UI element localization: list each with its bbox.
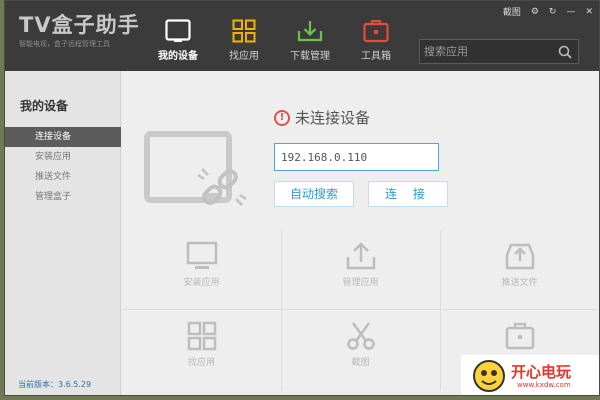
tile-manage-apps[interactable]: 管理应用	[281, 231, 440, 305]
search-box	[419, 39, 579, 64]
inbox-upload-icon	[505, 243, 534, 270]
app-window: TV盒子助手 智能电视，盒子远程管理工具 我的设备 找应用 下载管理 工具箱 搜…	[4, 0, 600, 396]
monitor-icon	[186, 241, 217, 269]
tile-label: 找应用	[187, 358, 215, 368]
scissors-icon	[346, 322, 375, 350]
status-text: 未连接设备	[295, 109, 371, 127]
briefcase-icon	[505, 322, 534, 350]
grid-divider	[122, 309, 599, 310]
tile-label: 管理应用	[342, 278, 379, 288]
tile-label: 推送文件	[501, 278, 538, 288]
search-icon[interactable]	[558, 45, 572, 59]
ip-address-input[interactable]	[274, 143, 439, 171]
nav-toolbox[interactable]: 工具箱	[343, 1, 409, 71]
header-bar: TV盒子助手 智能电视，盒子远程管理工具 我的设备 找应用 下载管理 工具箱 搜…	[5, 1, 599, 71]
gear-icon[interactable]: ⚙	[531, 7, 539, 17]
nav-label: 找应用	[229, 51, 259, 62]
upload-icon	[346, 242, 375, 270]
alert-icon: !	[274, 109, 290, 126]
disconnected-tv-icon	[144, 131, 247, 206]
auto-search-button[interactable]: 自动搜索	[274, 181, 354, 207]
tv-icon	[165, 19, 191, 42]
nav-download-manager[interactable]: 下载管理	[277, 1, 343, 71]
tile-label: 截图	[351, 358, 370, 368]
sidebar-menu: 连接设备 安装应用 推送文件 管理盒子	[5, 127, 121, 207]
minimize-icon[interactable]: —	[566, 7, 575, 17]
watermark: 开心电玩 www.kxdw.com	[461, 355, 599, 395]
nav-label: 工具箱	[361, 51, 391, 62]
search-input[interactable]	[420, 40, 552, 63]
tile-screenshot[interactable]: 截图	[281, 311, 440, 385]
window-controls: 截图 ⚙ ↻ — ✕	[503, 5, 593, 19]
nav-label: 下载管理	[290, 51, 330, 62]
watermark-brand: 开心电玩	[511, 363, 572, 381]
sidebar-item-connect-device[interactable]: 连接设备	[5, 127, 121, 147]
nav-my-devices[interactable]: 我的设备	[145, 1, 211, 71]
tile-label: 安装应用	[183, 278, 220, 288]
app-subtitle: 智能电视，盒子远程管理工具	[19, 40, 110, 48]
sidebar-item-manage-box[interactable]: 管理盒子	[5, 187, 121, 207]
nav-label: 我的设备	[158, 51, 198, 62]
toolbox-icon	[363, 20, 389, 43]
connect-button[interactable]: 连 接	[368, 181, 448, 207]
grid-apps-icon	[187, 321, 216, 351]
tile-push-files[interactable]: 推送文件	[440, 231, 599, 305]
watermark-url: www.kxdw.com	[517, 381, 571, 389]
sidebar: 我的设备 连接设备 安装应用 推送文件 管理盒子 当前版本：3.6.5.29	[5, 71, 121, 395]
grid-apps-icon	[232, 19, 256, 43]
mascot-logo-icon	[473, 360, 505, 392]
app-title: TV盒子助手	[19, 13, 140, 37]
tile-install-apps[interactable]: 安装应用	[122, 231, 281, 305]
main-panel: ! 未连接设备 自动搜索 连 接 安装应用	[122, 71, 599, 395]
tile-find-apps[interactable]: 找应用	[122, 311, 281, 385]
screenshot-button[interactable]: 截图	[503, 5, 521, 18]
sidebar-title: 我的设备	[20, 99, 69, 113]
download-icon	[297, 21, 323, 42]
app-logo: TV盒子助手 智能电视，盒子远程管理工具	[19, 13, 140, 49]
close-icon[interactable]: ✕	[585, 7, 593, 17]
nav-find-apps[interactable]: 找应用	[211, 1, 277, 71]
sidebar-item-push-files[interactable]: 推送文件	[5, 167, 121, 187]
sidebar-item-install-apps[interactable]: 安装应用	[5, 147, 121, 167]
top-nav: 我的设备 找应用 下载管理 工具箱	[145, 1, 409, 71]
version-label: 当前版本：3.6.5.29	[18, 380, 92, 389]
connection-status: ! 未连接设备	[274, 107, 370, 128]
refresh-icon[interactable]: ↻	[549, 7, 557, 17]
